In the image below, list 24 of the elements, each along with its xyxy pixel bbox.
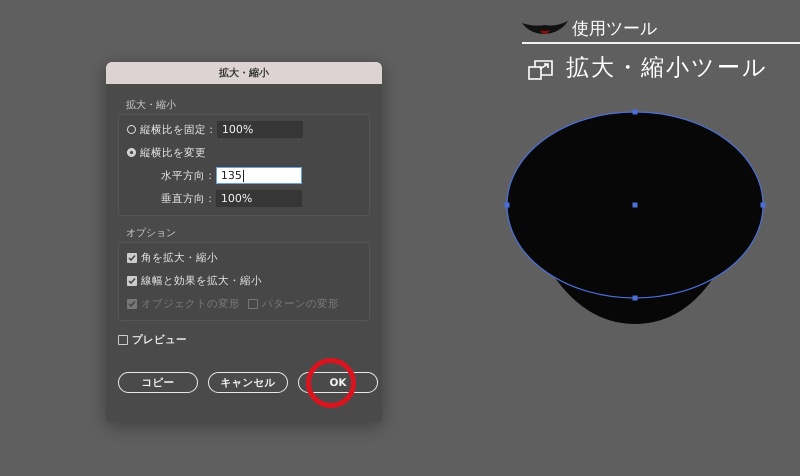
checkbox[interactable] — [127, 276, 137, 286]
window-title: 拡大・縮小 — [219, 66, 269, 80]
radio-button[interactable] — [127, 148, 136, 157]
checkbox-label: 角を拡大・縮小 — [141, 250, 218, 264]
radio-button[interactable] — [127, 125, 136, 134]
input-field[interactable]: 135 — [216, 167, 302, 184]
header-label: 使用ツール — [572, 18, 657, 40]
checkbox-label: 線幅と効果を拡大・縮小 — [141, 274, 262, 288]
tool-name: 拡大・縮小ツール — [566, 54, 768, 83]
dialog-button[interactable]: OK — [298, 372, 378, 393]
input-field[interactable]: 100% — [216, 121, 303, 138]
input-field[interactable]: 100% — [216, 190, 302, 207]
checkbox[interactable] — [118, 334, 128, 344]
field-label: 垂直方向 : — [161, 192, 212, 206]
checkbox-label: プレビュー — [132, 332, 187, 346]
checkbox[interactable] — [127, 252, 137, 262]
radio-label: 縦横比を変更 — [140, 146, 206, 160]
group-label: オプション — [126, 226, 177, 240]
group-label: 拡大・縮小 — [126, 98, 177, 112]
dialog-button[interactable]: コピー — [118, 372, 198, 393]
radio-label: 縦横比を固定 : — [140, 122, 213, 136]
dialog-button[interactable]: キャンセル — [208, 372, 288, 393]
mustache-icon — [522, 21, 568, 35]
field-label: 水平方向 : — [161, 168, 212, 182]
